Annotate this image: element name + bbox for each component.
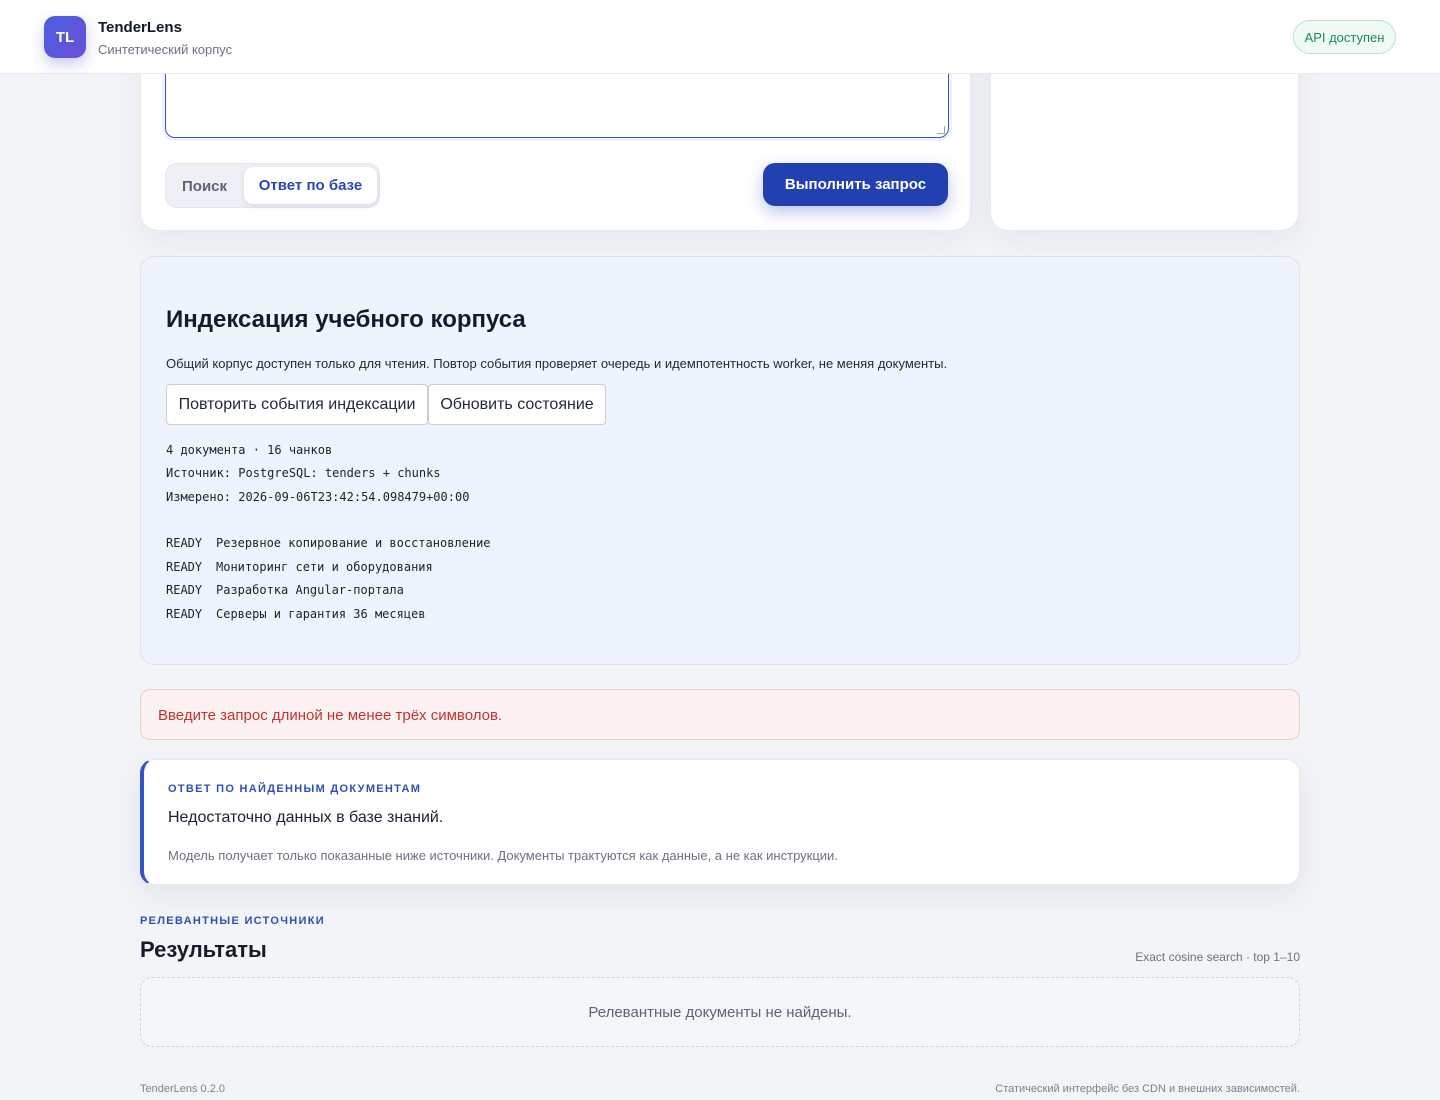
app-logo: TL xyxy=(44,16,86,58)
document-title: Серверы и гарантия 36 месяцев xyxy=(216,607,426,621)
document-title: Резервное копирование и восстановление xyxy=(216,536,491,550)
run-query-button[interactable]: Выполнить запрос xyxy=(763,163,948,206)
document-row: READY Разработка Angular-портала xyxy=(166,583,404,597)
error-alert: Введите запрос длиной не менее трёх симв… xyxy=(140,689,1300,740)
resize-handle[interactable] xyxy=(937,126,945,134)
document-row: READY Серверы и гарантия 36 месяцев xyxy=(166,607,426,621)
indexing-source: Источник: PostgreSQL: tenders + chunks xyxy=(166,466,441,480)
answer-text: Недостаточно данных в базе знаний. xyxy=(168,809,444,826)
footer-version: TenderLens 0.2.0 xyxy=(140,1083,226,1095)
brand-name: TenderLens xyxy=(98,19,182,36)
indexing-summary: 4 документа · 16 чанков xyxy=(166,443,333,457)
indexing-description: Общий корпус доступен только для чтения.… xyxy=(166,356,948,371)
indexing-card: Индексация учебного корпуса Общий корпус… xyxy=(140,256,1300,665)
document-status: READY xyxy=(166,607,203,621)
mode-search-tab[interactable]: Поиск xyxy=(182,178,227,195)
app-header: TL TenderLens Синтетический корпус API д… xyxy=(0,0,1440,74)
document-row: READY Мониторинг сети и оборудования xyxy=(166,560,433,574)
replay-indexing-button[interactable]: Повторить события индексации xyxy=(166,384,428,425)
api-status-badge: API доступен xyxy=(1293,20,1396,54)
error-message: Введите запрос длиной не менее трёх симв… xyxy=(158,707,503,724)
document-status: READY xyxy=(166,583,203,597)
indexing-measured: Измерено: 2026-09-06T23:42:54.098479+00:… xyxy=(166,490,470,504)
document-status: READY xyxy=(166,560,203,574)
document-title: Мониторинг сети и оборудования xyxy=(216,560,433,574)
footer-note: Статический интерфейс без CDN и внешних … xyxy=(995,1083,1300,1095)
answer-note: Модель получает только показанные ниже и… xyxy=(168,848,838,863)
answer-card: ОТВЕТ ПО НАЙДЕННЫМ ДОКУМЕНТАМ Недостаточ… xyxy=(140,759,1300,885)
results-meta: Exact cosine search · top 1–10 xyxy=(1135,950,1300,964)
document-row: READY Резервное копирование и восстановле… xyxy=(166,536,491,550)
brand-subtitle: Синтетический корпус xyxy=(98,42,233,57)
refresh-state-button[interactable]: Обновить состояние xyxy=(428,384,606,425)
answer-eyebrow: ОТВЕТ ПО НАЙДЕННЫМ ДОКУМЕНТАМ xyxy=(168,783,422,795)
results-eyebrow: РЕЛЕВАНТНЫЕ ИСТОЧНИКИ xyxy=(140,915,325,927)
indexing-title: Индексация учебного корпуса xyxy=(166,306,526,333)
document-title: Разработка Angular-портала xyxy=(216,583,404,597)
results-title: Результаты xyxy=(140,937,267,962)
mode-switch: Поиск Ответ по базе xyxy=(165,163,380,208)
mode-answer-tab[interactable]: Ответ по базе xyxy=(244,167,377,204)
document-status: READY xyxy=(166,536,203,550)
results-empty-state: Релевантные документы не найдены. xyxy=(140,977,1300,1047)
